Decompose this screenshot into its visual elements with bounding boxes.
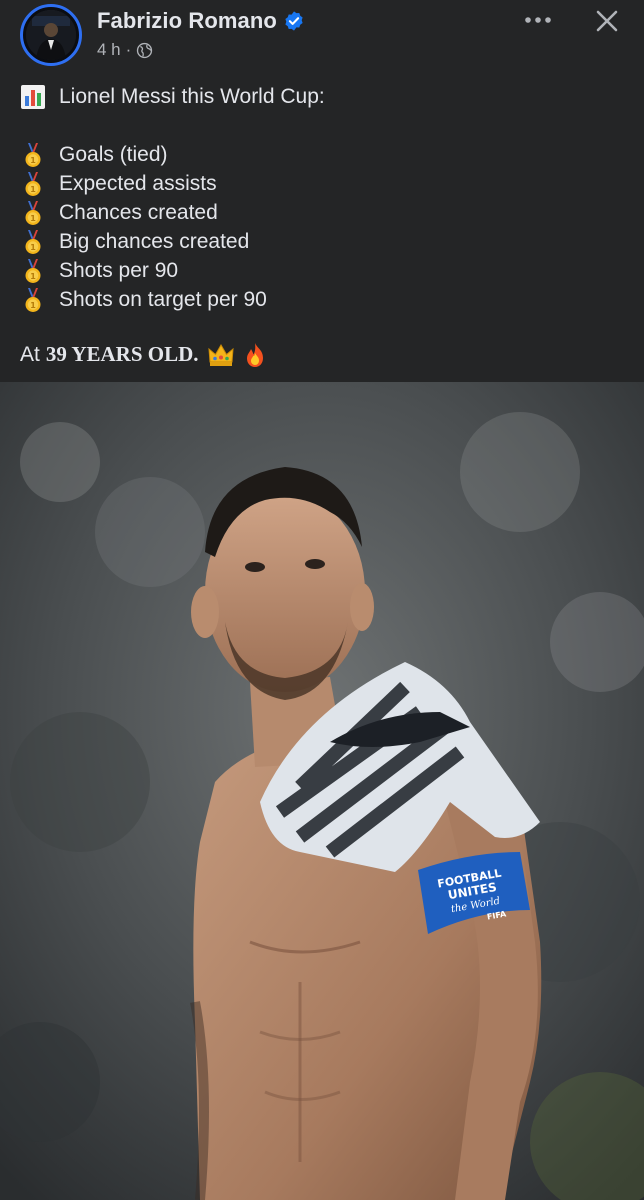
gold-medal-icon: 1 bbox=[25, 287, 41, 312]
author-name[interactable]: Fabrizio Romano bbox=[97, 8, 277, 34]
more-options-icon[interactable] bbox=[522, 8, 554, 32]
close-icon[interactable] bbox=[592, 6, 622, 36]
gold-medal-icon: 1 bbox=[25, 142, 41, 167]
stat-label: Shots per 90 bbox=[59, 259, 179, 282]
author-avatar[interactable] bbox=[20, 4, 82, 66]
gold-medal-icon: 1 bbox=[25, 229, 41, 254]
post-timestamp[interactable]: 4 h bbox=[97, 40, 121, 60]
post-header: Fabrizio Romano 4 h · bbox=[0, 0, 644, 76]
crown-icon bbox=[207, 343, 234, 366]
stat-label: Expected assists bbox=[59, 172, 217, 195]
verified-badge-icon bbox=[285, 11, 303, 31]
stat-item: 1 Shots per 90 bbox=[20, 256, 620, 285]
post-text: Lionel Messi this World Cup: 1 Goals (ti… bbox=[20, 82, 620, 314]
stat-item: 1 Expected assists bbox=[20, 169, 620, 198]
closing-bold-text: 39 YEARS OLD. bbox=[45, 342, 199, 366]
stat-item: 1 Chances created bbox=[20, 198, 620, 227]
stat-label: Chances created bbox=[59, 201, 218, 224]
svg-text:1: 1 bbox=[30, 272, 36, 281]
stat-item: 1 Big chances created bbox=[20, 227, 620, 256]
closing-line: At 39 YEARS OLD. bbox=[20, 340, 269, 369]
closing-prefix: At bbox=[20, 343, 40, 366]
headline-text: Lionel Messi this World Cup: bbox=[59, 85, 325, 108]
fire-icon bbox=[246, 342, 263, 367]
svg-text:1: 1 bbox=[30, 301, 36, 310]
gold-medal-icon: 1 bbox=[25, 171, 41, 196]
stat-label: Big chances created bbox=[59, 230, 250, 253]
headline-line: Lionel Messi this World Cup: bbox=[20, 82, 620, 111]
stat-item: 1 Shots on target per 90 bbox=[20, 285, 620, 314]
stat-item: 1 Goals (tied) bbox=[20, 140, 620, 169]
stat-label: Goals (tied) bbox=[59, 143, 168, 166]
meta-separator: · bbox=[125, 40, 132, 59]
gold-medal-icon: 1 bbox=[25, 200, 41, 225]
bar-chart-icon bbox=[21, 84, 45, 109]
svg-text:1: 1 bbox=[30, 214, 36, 223]
post-meta: 4 h · bbox=[97, 40, 153, 60]
globe-icon[interactable] bbox=[136, 42, 153, 59]
avatar-photo bbox=[26, 10, 76, 60]
svg-text:1: 1 bbox=[30, 185, 36, 194]
svg-text:1: 1 bbox=[30, 156, 36, 165]
author-row: Fabrizio Romano bbox=[97, 8, 305, 34]
stat-label: Shots on target per 90 bbox=[59, 288, 267, 311]
gold-medal-icon: 1 bbox=[25, 258, 41, 283]
messi-photo-illustration: FOOTBALL UNITES the World FIFA bbox=[0, 382, 644, 1200]
svg-text:1: 1 bbox=[30, 243, 36, 252]
facebook-post: Fabrizio Romano 4 h · Lionel Messi this … bbox=[0, 0, 644, 1200]
post-photo[interactable]: FOOTBALL UNITES the World FIFA bbox=[0, 382, 644, 1200]
